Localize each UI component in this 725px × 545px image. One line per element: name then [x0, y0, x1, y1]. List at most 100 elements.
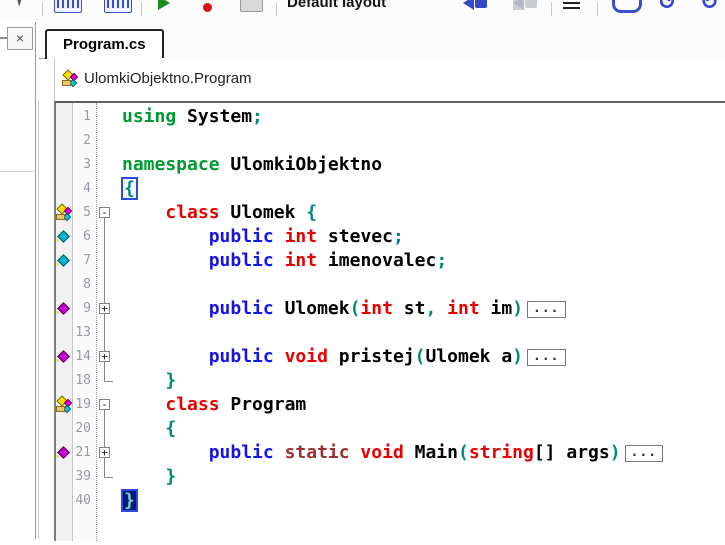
line-number[interactable]: 4 [72, 177, 96, 201]
code-line: 18 } [56, 369, 725, 393]
close-panel-button[interactable]: × [7, 27, 33, 50]
toolbar-separator [276, 2, 277, 16]
code-line: 4{ [56, 177, 725, 201]
line-number[interactable]: 5 [72, 201, 96, 225]
fold-region-icon[interactable] [612, 0, 642, 13]
ruler-icon[interactable] [104, 0, 132, 13]
code-lines: 1 using System; 23 namespace UlomkiObjektno… [56, 105, 725, 513]
code-line: 20 { [56, 417, 725, 441]
folded-region[interactable]: ... [527, 301, 565, 318]
mail-icon[interactable] [240, 0, 263, 12]
line-number[interactable]: 19 [72, 393, 96, 417]
breadcrumb[interactable]: UlomkiObjektno.Program [84, 70, 252, 87]
code-line: 19- class Program [56, 393, 725, 417]
document-tabstrip: Program.cs [39, 19, 725, 59]
fold-margin [96, 369, 114, 393]
nav-forward-icon[interactable] [513, 0, 524, 10]
code-text[interactable]: using System; [114, 105, 725, 129]
code-text[interactable]: } [114, 465, 725, 489]
gutter-icon-cell [56, 369, 72, 393]
toolbar-separator [597, 2, 598, 16]
code-text[interactable]: class Ulomek { [114, 201, 725, 225]
gutter-icon-cell [56, 105, 72, 129]
code-text[interactable]: class Program [114, 393, 725, 417]
code-line: 7 public int imenovalec; [56, 249, 725, 273]
line-number[interactable]: 21 [72, 441, 96, 465]
nav-forward-icon[interactable] [525, 0, 537, 8]
gutter-icon-cell [56, 321, 72, 345]
left-dock-panel: × [0, 19, 36, 545]
code-text[interactable] [114, 129, 725, 153]
nav-back-icon[interactable] [463, 0, 474, 10]
gutter-icon-cell [56, 393, 72, 417]
line-number[interactable]: 40 [72, 489, 96, 513]
brace-highlight: { [122, 178, 137, 199]
folded-region[interactable]: ... [625, 445, 663, 462]
line-number[interactable]: 6 [72, 225, 96, 249]
lines-icon[interactable] [563, 0, 580, 9]
line-number[interactable]: 1 [72, 105, 96, 129]
brace-highlight: } [122, 490, 137, 511]
line-number[interactable]: 13 [72, 321, 96, 345]
fold-toggle[interactable]: + [99, 351, 110, 362]
layout-combobox[interactable]: Default layout [287, 0, 386, 11]
fold-margin: + [96, 297, 114, 321]
line-number[interactable]: 39 [72, 465, 96, 489]
ruler-icon[interactable] [54, 0, 82, 13]
code-text[interactable]: public void pristej(Ulomek a)... [114, 345, 725, 369]
code-text[interactable]: public int imenovalec; [114, 249, 725, 273]
fold-margin [96, 153, 114, 177]
code-text[interactable]: } [114, 369, 725, 393]
dock-splitter-inner [38, 100, 39, 539]
line-number[interactable]: 3 [72, 153, 96, 177]
gutter-icon-cell [56, 129, 72, 153]
navigator-bar[interactable]: UlomkiObjektno.Program [54, 58, 725, 101]
line-number[interactable]: 7 [72, 249, 96, 273]
breakpoint-icon[interactable] [203, 3, 212, 12]
code-text[interactable]: { [114, 417, 725, 441]
gutter-icon-cell [56, 297, 72, 321]
toolbar-separator [141, 2, 142, 16]
folded-region[interactable]: ... [527, 349, 565, 366]
dropdown-arrow-icon[interactable] [12, 0, 22, 7]
code-line: 3 namespace UlomkiObjektno [56, 153, 725, 177]
line-number[interactable]: 8 [72, 273, 96, 297]
tab-program-cs[interactable]: Program.cs [45, 29, 164, 59]
run-icon[interactable] [158, 0, 170, 10]
fold-toggle[interactable]: - [99, 399, 110, 410]
code-line: 40} [56, 489, 725, 513]
code-text[interactable] [114, 273, 725, 297]
line-number[interactable]: 18 [72, 369, 96, 393]
gutter-icon-cell [56, 417, 72, 441]
method-icon [56, 301, 72, 317]
method-icon [56, 445, 72, 461]
undo-icon[interactable]: ↺ [658, 0, 676, 13]
fold-toggle[interactable]: + [99, 447, 110, 458]
code-text[interactable]: namespace UlomkiObjektno [114, 153, 725, 177]
dock-splitter[interactable] [35, 22, 36, 539]
code-text[interactable] [114, 321, 725, 345]
fold-toggle[interactable]: - [99, 207, 110, 218]
line-number[interactable]: 20 [72, 417, 96, 441]
code-text[interactable]: } [114, 489, 725, 513]
field-icon [56, 229, 72, 245]
gutter-icon-cell [56, 201, 72, 225]
code-text[interactable]: { [114, 177, 725, 201]
code-text[interactable]: public int stevec; [114, 225, 725, 249]
code-text[interactable]: public Ulomek(int st, int im)... [114, 297, 725, 321]
toolbar-separator [42, 2, 43, 16]
line-number[interactable]: 14 [72, 345, 96, 369]
main-toolbar: Default layout ↺ ↻ [0, 0, 725, 20]
panel-fragment [0, 37, 7, 39]
code-text[interactable]: public static void Main(string[] args)..… [114, 441, 725, 465]
fold-margin [96, 105, 114, 129]
fold-toggle[interactable]: + [99, 303, 110, 314]
code-editor[interactable]: 1 using System; 23 namespace UlomkiObjektno… [54, 101, 725, 541]
code-line: 14+ public void pristej(Ulomek a)... [56, 345, 725, 369]
line-number[interactable]: 9 [72, 297, 96, 321]
line-number[interactable]: 2 [72, 129, 96, 153]
panel-divider [0, 171, 34, 172]
redo-icon[interactable]: ↻ [700, 0, 718, 13]
nav-back-icon[interactable] [475, 0, 487, 8]
fold-margin: - [96, 201, 114, 225]
